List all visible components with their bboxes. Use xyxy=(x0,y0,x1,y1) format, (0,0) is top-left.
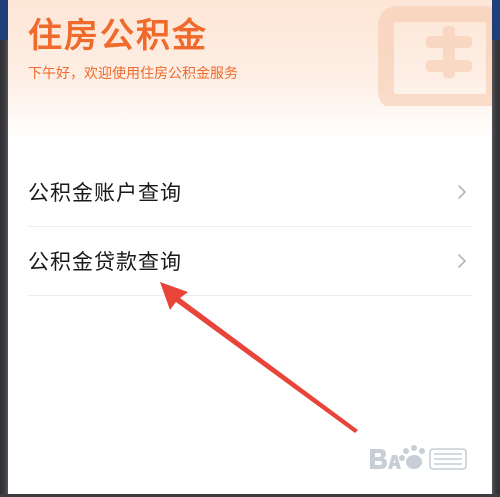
frame-accent-left xyxy=(0,0,8,40)
page-title: 住房公积金 xyxy=(28,16,208,56)
frame-edge-left xyxy=(0,0,8,497)
menu-item-loan-query[interactable]: 公积金贷款查询 xyxy=(28,227,472,296)
frame-accent-right xyxy=(492,0,500,40)
menu-item-label: 公积金账户查询 xyxy=(28,181,182,205)
app-screen: 住房公积金 下午好，欢迎使用住房公积金服务 公积金账户查询 公积金贷款查询 xyxy=(0,0,500,497)
app-header: 住房公积金 下午好，欢迎使用住房公积金服务 xyxy=(8,0,492,140)
menu-item-label: 公积金贷款查询 xyxy=(28,250,182,274)
query-menu: 公积金账户查询 公积金贷款查询 xyxy=(8,158,492,296)
card-watermark-icon xyxy=(378,6,492,106)
menu-item-account-query[interactable]: 公积金账户查询 xyxy=(28,158,472,227)
chevron-right-icon xyxy=(458,254,466,268)
chevron-right-icon xyxy=(458,185,466,199)
frame-edge-right xyxy=(492,0,500,497)
greeting-text: 下午好，欢迎使用住房公积金服务 xyxy=(28,66,238,82)
baidu-logo-watermark-icon xyxy=(370,445,467,470)
